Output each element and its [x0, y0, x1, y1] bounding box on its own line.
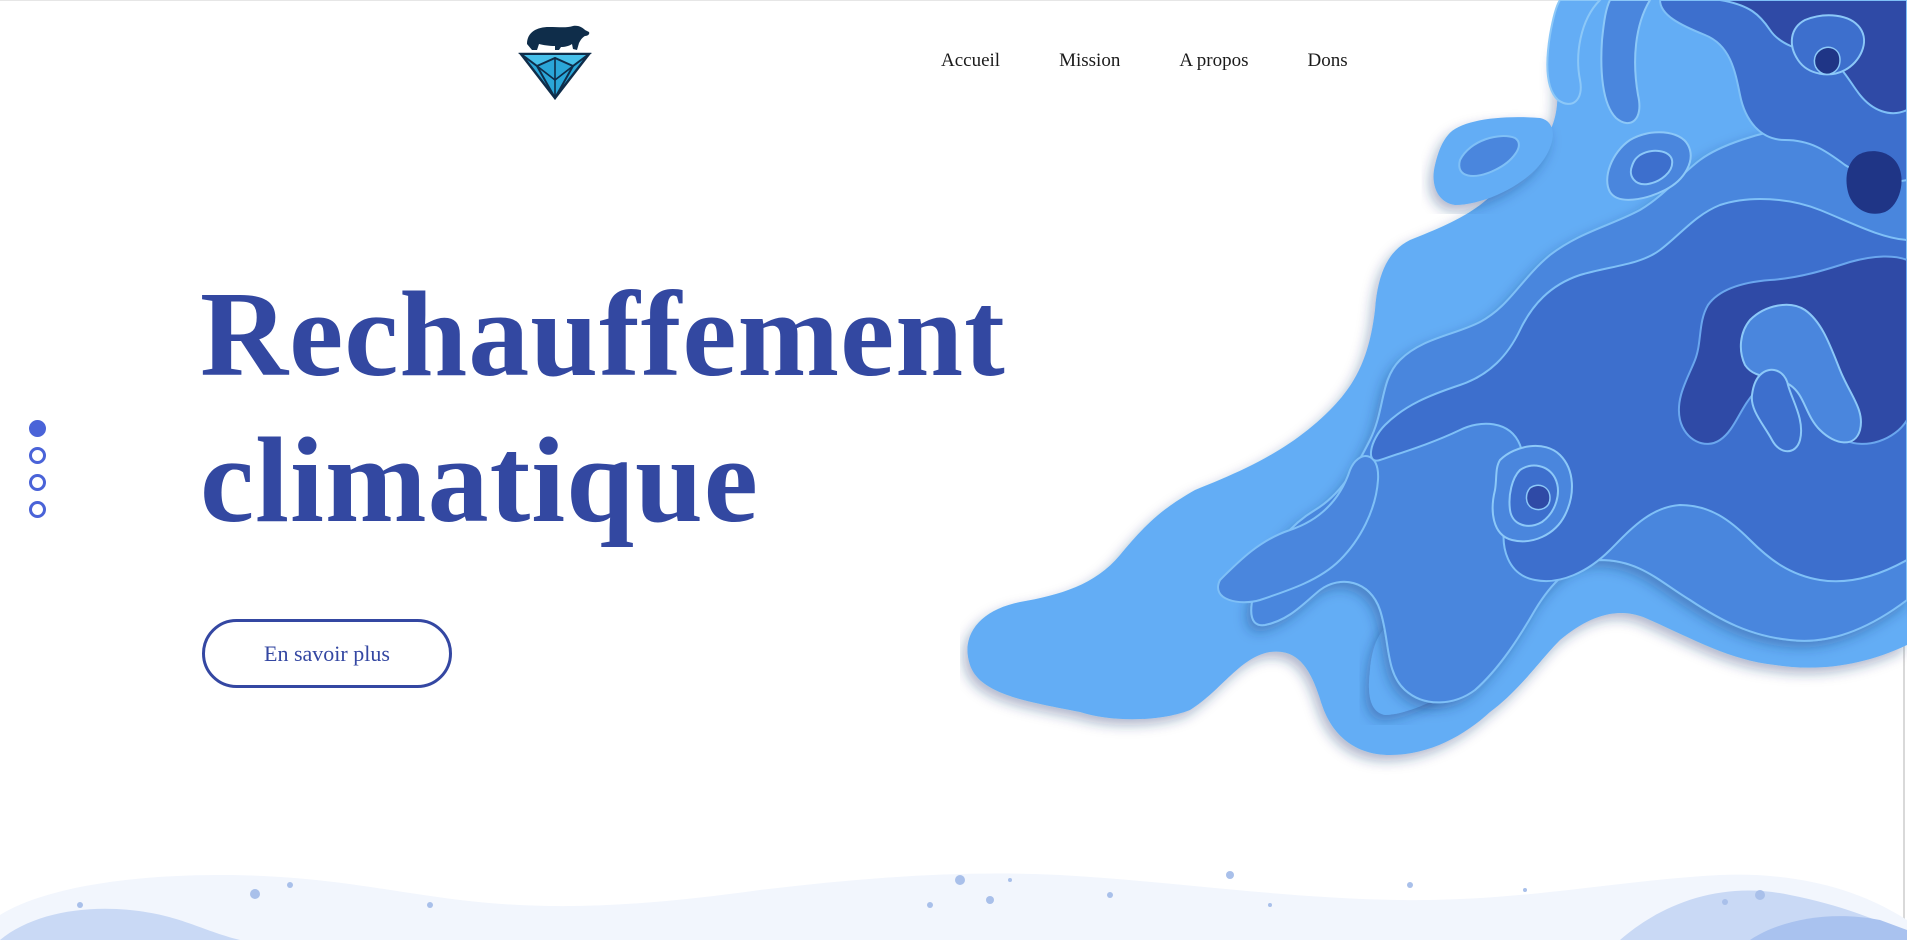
learn-more-button[interactable]: En savoir plus [202, 619, 452, 688]
hero-title-line-1: Rechauffement [200, 267, 1006, 402]
hero-title-line-2: climatique [200, 413, 759, 548]
pager-dot-1[interactable] [29, 420, 46, 437]
slide-pager [29, 420, 46, 518]
pager-dot-4[interactable] [29, 501, 46, 518]
hero-title: Rechauffement climatique [200, 262, 1006, 554]
snowy-hills-decoration [0, 871, 1907, 940]
polar-bear-logo-icon[interactable] [515, 18, 595, 100]
pager-dot-2[interactable] [29, 447, 46, 464]
pager-dot-3[interactable] [29, 474, 46, 491]
water-papercut-illustration [967, 0, 1907, 755]
